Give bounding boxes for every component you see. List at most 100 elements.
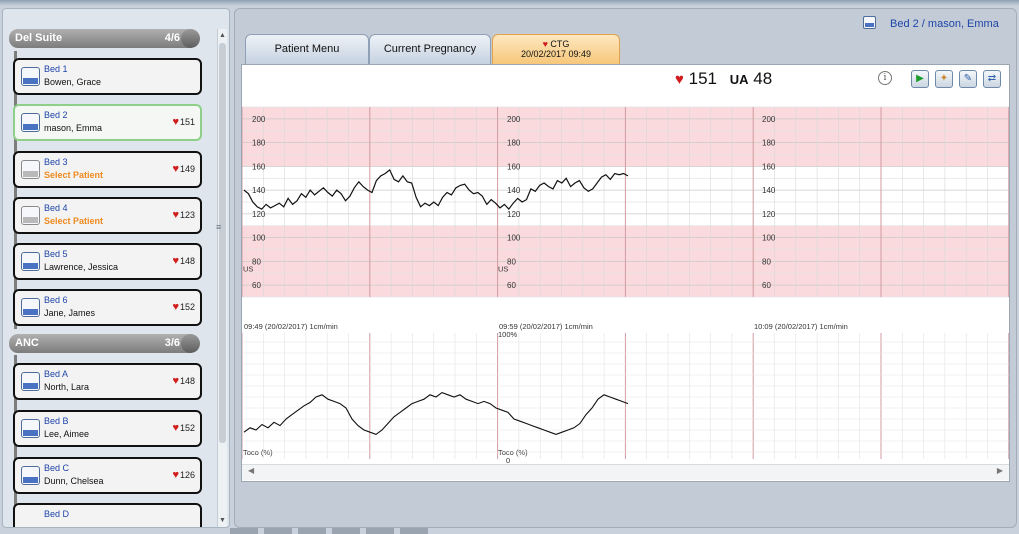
scroll-up-arrow-icon[interactable]: ▲: [218, 31, 227, 40]
fhr-tick-label: 140: [252, 186, 266, 195]
ctg-toolbar: ♥ 151 UA 48 i ▶ ✦ ✎ ⇄: [242, 65, 1009, 95]
monitor-icon: [21, 206, 40, 225]
toco-trace: [243, 391, 629, 436]
live-fhr-value: 151: [688, 69, 718, 88]
play-button[interactable]: ▶: [911, 70, 929, 88]
fhr-tick-label: 180: [507, 139, 521, 148]
info-icon[interactable]: i: [878, 71, 892, 85]
group-header-del-suite[interactable]: Del Suite 4/6: [9, 29, 200, 48]
patient-name: mason, Emma: [44, 123, 103, 133]
heart-icon: ♥: [172, 375, 179, 387]
bed-card-bed-4[interactable]: Bed 4 Select Patient ♥123: [13, 197, 202, 234]
heart-rate: ♥148: [172, 375, 195, 387]
event-mark-button[interactable]: ✦: [935, 70, 953, 88]
splitter-grip-icon[interactable]: ≡: [216, 222, 221, 232]
bed-name: Bed 3: [44, 157, 68, 167]
bed-card-bed-a[interactable]: Bed A North, Lara ♥148: [13, 363, 202, 400]
monitor-icon: [863, 16, 876, 29]
fhr-trace: [243, 168, 629, 211]
bed-card-bed-1[interactable]: Bed 1 Bowen, Grace: [13, 58, 202, 95]
time-axis-label: 09:49 (20/02/2017) 1cm/min: [244, 322, 338, 331]
fhr-tick-label: 120: [252, 210, 266, 219]
bed-card-bed-3[interactable]: Bed 3 Select Patient ♥149: [13, 151, 202, 188]
scroll-thumb[interactable]: [219, 43, 226, 443]
fhr-tick-label: 160: [762, 162, 776, 171]
fhr-tick-label: 60: [252, 281, 261, 290]
ctg-content: ♥ 151 UA 48 i ▶ ✦ ✎ ⇄ 200 180 160 140 120 100…: [241, 64, 1010, 482]
heart-icon: ♥: [172, 469, 179, 481]
tab-current-pregnancy[interactable]: Current Pregnancy: [369, 34, 491, 64]
heart-icon: ♥: [675, 71, 684, 88]
bottom-toolbar-stub: [230, 528, 430, 534]
heart-rate: ♥148: [172, 255, 195, 267]
us-label: US: [498, 265, 508, 274]
bed-name: Bed 6: [44, 295, 68, 305]
monitor-icon: [21, 67, 40, 86]
heart-rate-value: 148: [179, 256, 195, 266]
chart-horizontal-scrollbar[interactable]: ◀ ▶: [242, 464, 1009, 480]
ctg-tab-title: ♥ CTG: [493, 39, 619, 49]
heart-rate: ♥152: [172, 301, 195, 313]
tab-ctg[interactable]: ♥ CTG 20/02/2017 09:49: [492, 34, 620, 64]
fhr-tick-label: 120: [762, 210, 776, 219]
sidebar-scrollbar[interactable]: ▲ ▼: [217, 29, 227, 527]
monitor-icon: [21, 372, 40, 391]
patient-name: Lee, Aimee: [44, 429, 90, 439]
fhr-tick-label: 200: [762, 115, 776, 124]
fhr-tick-label: 160: [252, 162, 266, 171]
toco-tick-label: 100%: [498, 330, 518, 339]
scroll-down-arrow-icon[interactable]: ▼: [218, 516, 227, 525]
bed-name: Bed 2: [44, 110, 68, 120]
ua-label: UA: [729, 72, 749, 87]
main-panel: Bed 2 / mason, Emma Patient Menu Current…: [234, 8, 1017, 528]
bed-name: Bed 1: [44, 64, 68, 74]
select-patient-link[interactable]: Select Patient: [44, 170, 103, 180]
fhr-tick-label: 200: [252, 115, 266, 124]
patient-name: North, Lara: [44, 382, 90, 392]
patient-name: Jane, James: [44, 308, 96, 318]
ctg-tab-label: CTG: [550, 39, 570, 49]
monitor-icon: [21, 298, 40, 317]
current-bed-label: Bed 2: [890, 18, 919, 30]
scroll-left-arrow-icon[interactable]: ◀: [248, 466, 254, 475]
heart-icon: ♥: [172, 255, 179, 267]
heart-icon: ♥: [172, 422, 179, 434]
event-mark-icon: ✦: [939, 73, 949, 84]
heart-rate-value: 152: [179, 302, 195, 312]
bed-card-bed-d[interactable]: Bed D: [13, 503, 202, 527]
heart-rate: ♥152: [172, 422, 195, 434]
group-collapse-knob[interactable]: [181, 334, 200, 353]
monitor-icon: [21, 160, 40, 179]
group-collapse-knob[interactable]: [181, 29, 200, 48]
bed-card-bed-2[interactable]: Bed 2 mason, Emma ♥151: [13, 104, 202, 141]
toco-label: Toco (%): [243, 448, 273, 457]
edit-button[interactable]: ✎: [959, 70, 977, 88]
heart-icon: ♥: [172, 301, 179, 313]
group-name: Del Suite: [15, 32, 63, 44]
heart-rate-value: 148: [179, 376, 195, 386]
group-name: ANC: [15, 337, 39, 349]
tab-patient-menu[interactable]: Patient Menu: [245, 34, 369, 64]
heart-rate-value: 151: [179, 117, 195, 127]
bed-card-bed-6[interactable]: Bed 6 Jane, James ♥152: [13, 289, 202, 326]
current-bed-indicator: Bed 2 / mason, Emma: [863, 16, 999, 30]
bed-card-bed-c[interactable]: Bed C Dunn, Chelsea ♥126: [13, 457, 202, 494]
heart-rate-value: 123: [179, 210, 195, 220]
fhr-tick-label: 140: [762, 186, 776, 195]
patient-name: Bowen, Grace: [44, 77, 102, 87]
heart-icon: ♥: [172, 163, 179, 175]
bed-name: Bed A: [44, 369, 69, 379]
bed-name: Bed B: [44, 416, 69, 426]
fhr-tick-label: 140: [507, 186, 521, 195]
select-patient-link[interactable]: Select Patient: [44, 216, 103, 226]
time-axis-label: 10:09 (20/02/2017) 1cm/min: [754, 322, 848, 331]
scroll-right-arrow-icon[interactable]: ▶: [997, 466, 1003, 475]
monitor-icon: [21, 113, 40, 132]
bed-card-bed-b[interactable]: Bed B Lee, Aimee ♥152: [13, 410, 202, 447]
swap-view-button[interactable]: ⇄: [983, 70, 1001, 88]
ctg-tab-time: 20/02/2017 09:49: [520, 49, 592, 59]
ctg-chart[interactable]: 200 180 160 140 120 100 80 60 09:49 (20/02/2017)…: [242, 97, 1009, 463]
bed-card-bed-5[interactable]: Bed 5 Lawrence, Jessica ♥148: [13, 243, 202, 280]
group-count: 3/6: [164, 337, 180, 349]
group-header-anc[interactable]: ANC 3/6: [9, 334, 200, 353]
